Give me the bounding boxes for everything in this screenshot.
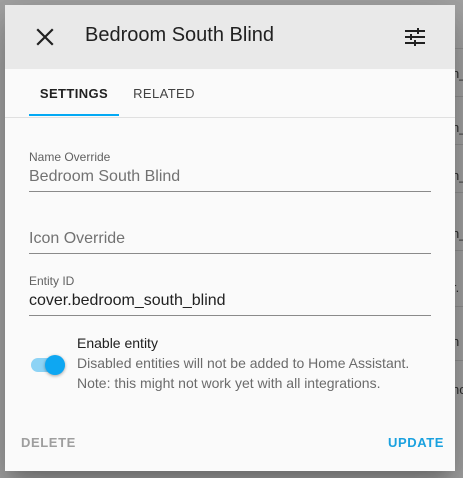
entity-id-input[interactable] [29, 288, 431, 316]
entity-id-label: Entity ID [29, 274, 75, 288]
update-button[interactable]: UPDATE [386, 431, 446, 454]
entity-id-field: Entity ID [29, 274, 431, 316]
enable-entity-text: Enable entity Disabled entities will not… [77, 334, 437, 393]
enable-entity-toggle[interactable] [29, 353, 67, 377]
dialog-header: Bedroom South Blind [5, 5, 455, 69]
name-override-label: Name Override [29, 150, 111, 164]
tune-icon [405, 28, 425, 46]
entity-settings-dialog: Bedroom South Blind SETTINGS RELATED Nam… [5, 5, 455, 471]
tab-related[interactable]: RELATED [119, 69, 209, 117]
name-override-input[interactable] [29, 164, 431, 192]
icon-override-field [29, 226, 431, 254]
tab-settings[interactable]: SETTINGS [29, 69, 119, 117]
icon-override-input[interactable] [29, 226, 431, 254]
active-tab-indicator [29, 114, 119, 116]
enable-entity-description: Disabled entities will not be added to H… [77, 355, 410, 391]
toggle-thumb [45, 355, 65, 375]
dialog-title: Bedroom South Blind [85, 24, 275, 46]
name-override-field: Name Override [29, 150, 431, 192]
close-icon [36, 28, 54, 46]
advanced-settings-button[interactable] [401, 23, 429, 51]
enable-entity-title: Enable entity [77, 335, 158, 351]
delete-button[interactable]: DELETE [19, 431, 78, 454]
close-button[interactable] [31, 23, 59, 51]
tab-bar: SETTINGS RELATED [5, 69, 455, 118]
